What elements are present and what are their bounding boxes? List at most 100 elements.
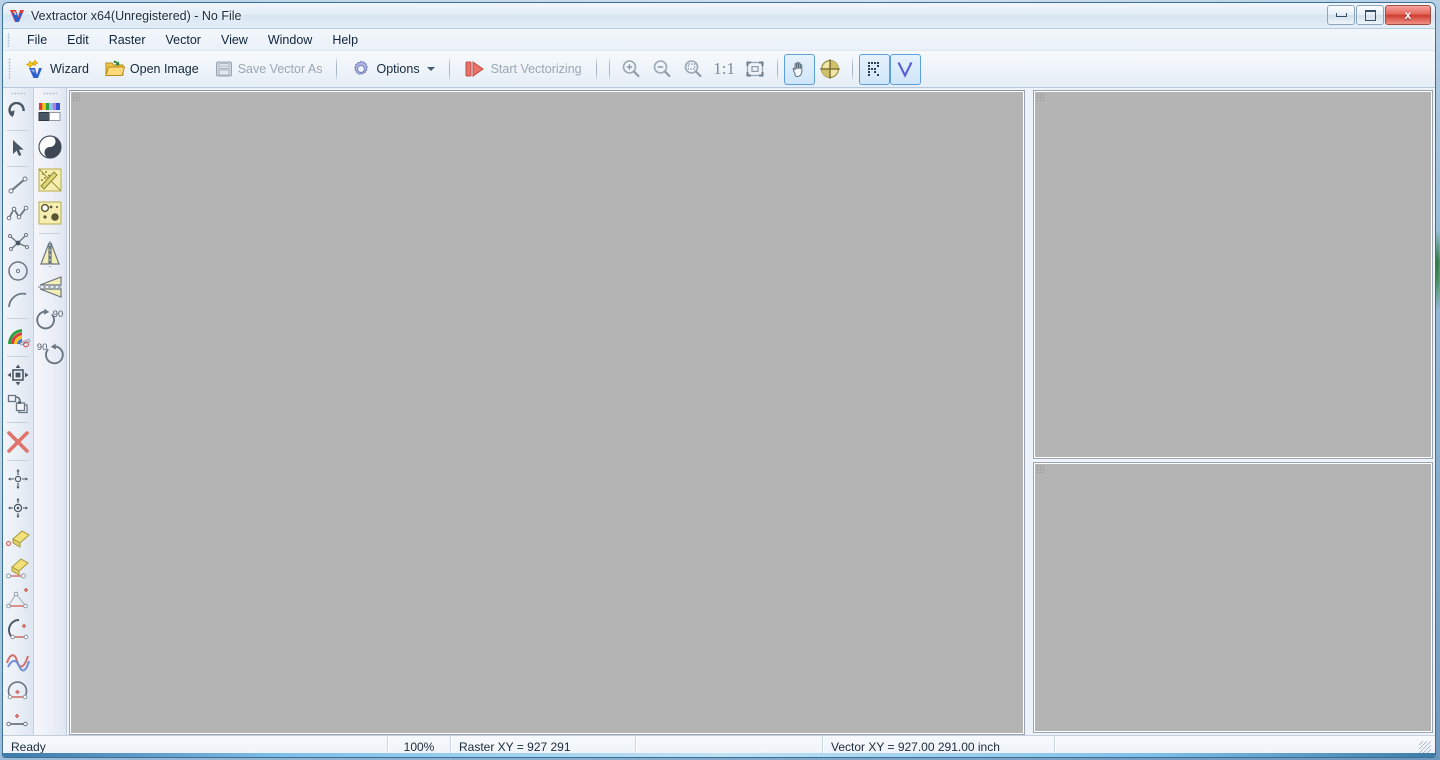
raster-layer-toggle-button[interactable] [858, 53, 890, 85]
delete-object-tool[interactable] [3, 427, 33, 457]
delete-x-icon [7, 430, 29, 453]
menu-help[interactable]: Help [322, 30, 368, 50]
move-object-icon [7, 364, 29, 386]
move-node-tool[interactable] [3, 465, 33, 493]
menu-raster[interactable]: Raster [99, 30, 156, 50]
zoom-area-icon [682, 58, 704, 80]
tool-separator [7, 421, 29, 423]
copy-object-icon [7, 394, 28, 414]
application-window: Vextractor x64(Unregistered) - No File x… [2, 2, 1436, 758]
smooth-curve-tool[interactable] [3, 645, 33, 675]
close-button[interactable]: x [1385, 5, 1431, 25]
tool-separator [7, 356, 29, 358]
vector-tools-panel [3, 88, 34, 735]
chevron-down-icon[interactable] [426, 67, 435, 71]
color-palette-tool[interactable] [35, 98, 65, 130]
zoom-out-button[interactable] [647, 54, 678, 85]
polyline-tool[interactable] [3, 200, 33, 228]
close-contour-tool[interactable] [3, 676, 33, 706]
menu-window[interactable]: Window [258, 30, 322, 50]
minimize-button[interactable] [1327, 5, 1355, 25]
arc-tool[interactable] [3, 286, 33, 314]
zoom-area-button[interactable] [678, 54, 709, 85]
menu-view[interactable]: View [211, 30, 258, 50]
line-tool[interactable] [3, 171, 33, 199]
minimize-icon [1335, 13, 1347, 17]
menu-vector[interactable]: Vector [156, 30, 211, 50]
open-image-button[interactable]: Open Image [97, 54, 207, 84]
move-object-tool[interactable] [3, 361, 33, 389]
preview-panel-resize-grip[interactable] [1420, 446, 1430, 456]
noise-filter-icon [38, 201, 62, 225]
erase-segment-tool[interactable] [3, 553, 33, 583]
move-node-precise-icon [8, 497, 28, 518]
add-node-tool[interactable] [3, 584, 33, 614]
menu-edit[interactable]: Edit [57, 30, 99, 50]
toolbar-separator-5 [776, 57, 778, 81]
zoom-in-button[interactable] [616, 54, 647, 85]
zoom-actual-size-button[interactable]: 1:1 [709, 54, 740, 85]
tool-separator [7, 129, 29, 131]
join-points-icon [6, 714, 28, 727]
toolbar-separator-4 [608, 57, 610, 81]
brightness-contrast-tool[interactable] [35, 131, 65, 163]
menubar-grip[interactable] [7, 32, 10, 47]
canvas-corner-grip [72, 93, 80, 101]
zoom-fit-button[interactable] [740, 54, 771, 85]
undo-icon [8, 101, 25, 117]
wizard-icon [25, 59, 45, 79]
select-arrow-tool[interactable] [3, 134, 33, 162]
erase-point-tool[interactable] [3, 523, 33, 553]
svg-text:90: 90 [53, 309, 63, 319]
flip-vertical-tool[interactable] [35, 238, 65, 270]
raster-tools-grip[interactable] [43, 92, 57, 95]
flip-horizontal-icon [38, 276, 62, 298]
rotate-cw-90-tool[interactable]: 90 [35, 304, 65, 336]
toolbar-grip[interactable] [8, 58, 11, 80]
maximize-icon [1364, 9, 1376, 21]
circle-tool[interactable] [3, 257, 33, 285]
pan-hand-icon [789, 59, 809, 79]
window-bottom-glow [3, 753, 1435, 757]
options-button[interactable]: Options [343, 54, 442, 84]
magic-wand-icon [38, 168, 62, 192]
properties-panel[interactable] [1033, 462, 1433, 733]
start-vectorizing-button[interactable]: Start Vectorizing [456, 54, 590, 84]
menu-bar: File Edit Raster Vector View Window Help [3, 29, 1435, 51]
menu-file[interactable]: File [17, 30, 57, 50]
right-dock [1031, 88, 1435, 735]
center-view-button[interactable] [815, 54, 846, 85]
move-node-precise-tool[interactable] [3, 494, 33, 522]
wizard-label: Wizard [50, 62, 89, 76]
properties-panel-grip [1036, 465, 1044, 473]
wizard-button[interactable]: Wizard [17, 54, 97, 84]
open-image-label: Open Image [129, 62, 199, 76]
pan-tool-button[interactable] [783, 53, 815, 85]
undo-tool[interactable] [3, 98, 33, 126]
zoom-actual-label: 1:1 [713, 59, 735, 78]
add-node-icon [6, 587, 28, 609]
maximize-button[interactable] [1356, 5, 1384, 25]
arc-node-tool[interactable] [3, 615, 33, 645]
image-canvas[interactable] [69, 90, 1025, 735]
node-edit-icon [8, 233, 29, 252]
preview-panel[interactable] [1033, 90, 1433, 459]
raster-tools-panel: 90 90 [34, 88, 67, 735]
raster-toggle-icon [864, 59, 884, 79]
vector-layer-toggle-button[interactable] [889, 53, 921, 85]
copy-object-tool[interactable] [3, 390, 33, 418]
save-disk-icon [215, 60, 233, 78]
node-edit-tool[interactable] [3, 229, 33, 257]
vector-tools-grip[interactable] [11, 92, 25, 95]
window-resize-grip[interactable] [1419, 740, 1431, 753]
save-vector-as-button[interactable]: Save Vector As [207, 54, 331, 84]
rotate-ccw-90-tool[interactable]: 90 [35, 337, 65, 369]
zoom-level: 100% [403, 739, 435, 754]
rotate-ccw-90-icon: 90 [37, 342, 64, 365]
flip-horizontal-tool[interactable] [35, 271, 65, 303]
color-layers-tool[interactable] [3, 323, 33, 353]
properties-panel-resize-grip[interactable] [1420, 720, 1430, 730]
join-points-tool[interactable] [3, 706, 33, 734]
magic-wand-tool[interactable] [35, 164, 65, 196]
noise-filter-tool[interactable] [35, 197, 65, 229]
